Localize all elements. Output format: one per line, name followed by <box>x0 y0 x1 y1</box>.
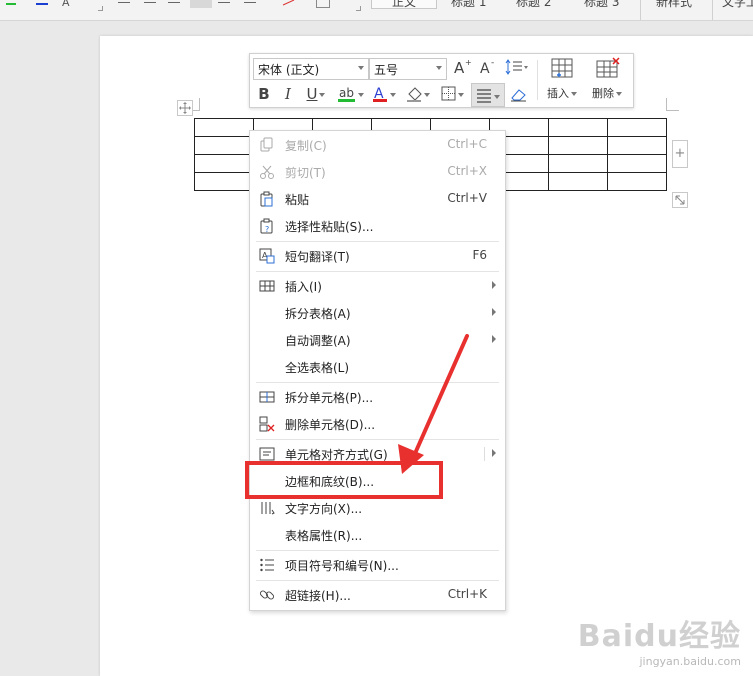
annotation-arrow <box>398 334 469 474</box>
watermark: Baidu经验 jingyan.baidu.com <box>578 611 741 668</box>
watermark-url: jingyan.baidu.com <box>639 655 741 668</box>
watermark-brand: Baidu经验 <box>577 619 741 654</box>
